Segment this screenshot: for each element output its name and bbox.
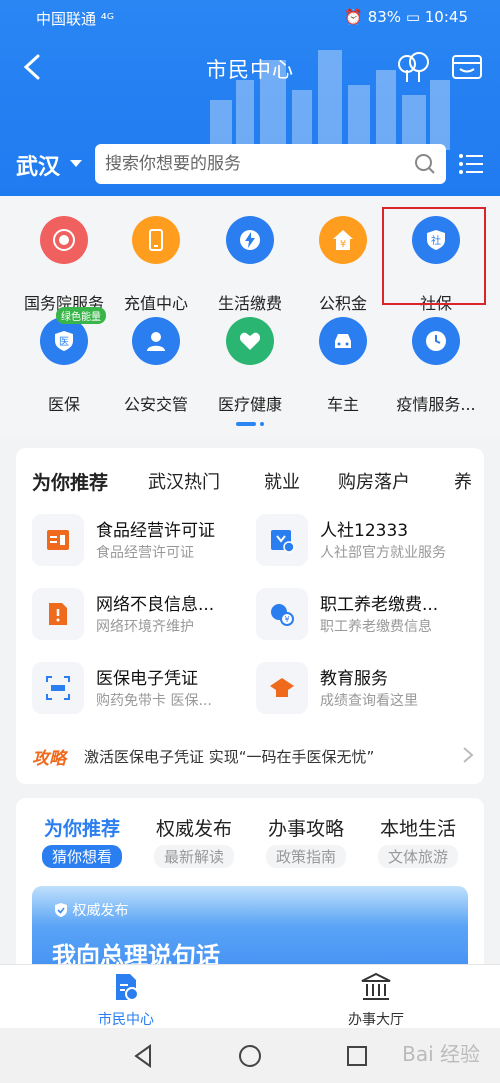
service-subtitle: 食品经营许可证 [96,545,194,561]
banner-header: 权威发布 [54,900,128,920]
service-title: 人社12333 [320,521,409,541]
news-tab-authority[interactable]: 权威发布 最新解读 [138,814,250,868]
tab-employment[interactable]: 就业 [264,468,300,494]
news-tab-sub: 政策指南 [265,845,346,868]
recommend-tabs: 为你推荐 武汉热门 就业 购房落户 养 [16,448,484,510]
service-subtitle: 网络环境齐维护 [96,619,194,635]
graduation-cap-icon [256,662,308,714]
search-box[interactable] [95,144,446,184]
title-bar: 市民中心 [0,34,500,102]
header-area: 中国联通 ⁴ᴳ ⏰ 83% ▭ 10:45 市民中心 武汉 [0,0,500,196]
grid-label: 疫情服务... [396,395,476,414]
car-icon [319,317,367,365]
system-recents-icon[interactable] [344,1043,370,1069]
search-icon[interactable] [414,153,436,175]
health-heart-icon [226,317,274,365]
svg-text:医: 医 [59,336,69,348]
strategy-text: 激活医保电子凭证 实现“一码在手医保无忧” [84,748,375,766]
strategy-banner[interactable]: 攻略 激活医保电子凭证 实现“一码在手医保无忧” [32,744,474,774]
bank-building-icon [361,972,391,1000]
news-tab-title: 本地生活 [379,818,456,840]
phone-icon [132,216,180,264]
system-home-icon[interactable] [237,1043,263,1069]
strategy-tag: 攻略 [32,749,66,769]
tree-icon[interactable] [396,50,430,84]
license-icon [32,514,84,566]
news-tab-for-you[interactable]: 为你推荐 猜你想看 [26,814,138,868]
page-dot-active [236,422,256,426]
list-menu-icon[interactable] [458,152,484,176]
pension-icon: ¥ [256,588,308,640]
nav-citizen-center[interactable]: 市民中心 [66,971,186,1029]
service-title: 食品经营许可证 [96,521,215,541]
service-title: 职工养老缴费... [320,595,439,615]
green-energy-badge: 绿色能量 [56,307,106,324]
service-title: 教育服务 [320,669,388,689]
news-tab-sub: 文体旅游 [377,845,458,868]
service-subtitle: 成绩查询看这里 [320,693,418,709]
chevron-right-icon [463,747,474,763]
lightning-icon [226,216,274,264]
service-subtitle: 购药免带卡 医保... [96,693,212,709]
search-input[interactable] [105,144,405,184]
download-check-icon [256,514,308,566]
police-icon [132,317,180,365]
news-tab-guides[interactable]: 办事攻略 政策指南 [250,814,362,868]
banner-tag: 权威发布 [72,903,129,919]
service-item[interactable]: ¥ 职工养老缴费... 职工养老缴费信息 [256,588,481,646]
medical-shield-icon: 医 [40,317,88,365]
highlight-box [382,207,486,305]
tab-housing[interactable]: 购房落户 [338,468,410,494]
system-nav-bar: Bai 经验 [0,1028,500,1083]
recommend-card: 为你推荐 武汉热门 就业 购房落户 养 食品经营许可证 食品经营许可证 人社12… [16,448,484,784]
bottom-nav: 市民中心 办事大厅 [0,964,500,1028]
nav-service-hall[interactable]: 办事大厅 [316,971,436,1029]
page-dot [260,422,264,426]
news-tab-sub: 猜你想看 [41,845,122,868]
verified-shield-icon [55,903,67,917]
service-subtitle: 人社部官方就业服务 [320,545,446,561]
clock-history-icon [412,317,460,365]
nav-label: 办事大厅 [348,1012,404,1028]
wallet-icon[interactable] [450,50,484,84]
svg-text:¥: ¥ [284,615,289,624]
news-tab-title: 为你推荐 [43,818,120,840]
service-item[interactable]: 网络不良信息... 网络环境齐维护 [32,588,257,646]
news-tab-title: 办事攻略 [267,818,344,840]
state-council-icon [40,216,88,264]
watermark: Bai 经验 [402,1042,480,1066]
status-right: ⏰ 83% ▭ 10:45 [344,8,468,26]
status-bar: 中国联通 ⁴ᴳ ⏰ 83% ▭ 10:45 [0,0,500,34]
city-selector[interactable]: 武汉 [16,149,60,181]
chs-code-icon [32,662,84,714]
house-yuan-icon: ¥ [319,216,367,264]
news-card: 为你推荐 猜你想看 权威发布 最新解读 办事攻略 政策指南 本地生活 文体旅游 … [16,798,484,978]
service-item[interactable]: 医保电子凭证 购药免带卡 医保... [32,662,257,720]
carrier-text: 中国联通 ⁴ᴳ [36,10,115,28]
service-item[interactable]: 食品经营许可证 食品经营许可证 [32,514,257,572]
alert-document-icon [32,588,84,640]
service-item[interactable]: 教育服务 成绩查询看这里 [256,662,481,720]
city-dropdown-icon[interactable] [70,160,82,167]
service-title: 网络不良信息... [96,595,215,615]
news-tab-local-life[interactable]: 本地生活 文体旅游 [362,814,474,868]
search-row: 武汉 [0,140,500,190]
nav-label: 市民中心 [98,1012,154,1028]
tab-wuhan-hot[interactable]: 武汉热门 [148,468,220,494]
grid-item-epidemic[interactable]: 疫情服务... [386,317,486,417]
citizen-center-icon [116,974,139,1001]
news-tab-sub: 最新解读 [153,845,234,868]
service-subtitle: 职工养老缴费信息 [320,619,432,635]
tab-pension[interactable]: 养 [454,468,472,494]
system-back-icon[interactable] [130,1043,156,1069]
service-item[interactable]: 人社12333 人社部官方就业服务 [256,514,481,572]
svg-text:¥: ¥ [340,239,346,250]
news-tab-title: 权威发布 [155,818,232,840]
tab-for-you[interactable]: 为你推荐 [32,468,108,495]
service-title: 医保电子凭证 [96,669,198,689]
